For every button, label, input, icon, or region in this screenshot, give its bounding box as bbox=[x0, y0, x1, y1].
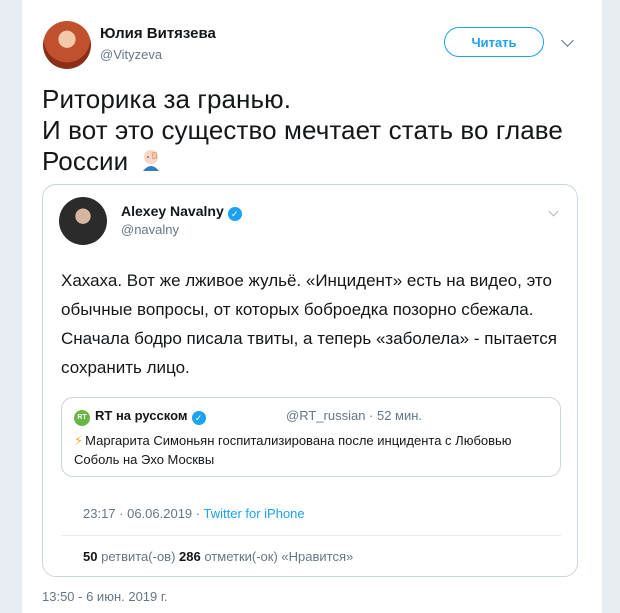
engagement-stats: 50 ретвита(-ов) 286 отметки(-ок) «Нравит… bbox=[83, 549, 353, 564]
quoted-author-avatar[interactable] bbox=[59, 197, 107, 245]
tweet-text-line-last: России bbox=[42, 146, 582, 177]
retweets-count[interactable]: 50 bbox=[83, 549, 97, 564]
tweet-text-line: России bbox=[42, 146, 129, 176]
divider bbox=[61, 535, 561, 536]
quoted-author-handle[interactable]: @navalny bbox=[121, 222, 179, 237]
facepalm-emoji-icon bbox=[142, 150, 159, 171]
lightning-bolt-icon: ⚡ bbox=[74, 433, 84, 448]
inner-author-name-row[interactable]: RT на русском ✓ bbox=[95, 408, 206, 425]
tweet-card: Юлия Витязева @Vityzeva Читать Риторика … bbox=[22, 0, 602, 613]
inner-tweet-text-body: Маргарита Симоньян госпитализирована пос… bbox=[74, 433, 512, 467]
author-name[interactable]: Юлия Витязева bbox=[100, 25, 216, 42]
inner-quoted-tweet[interactable]: RT RT на русском ✓ @RT_russian · 52 мин. … bbox=[61, 397, 561, 477]
tweet-text: Риторика за гранью. И вот это существо м… bbox=[42, 84, 582, 177]
inner-author-name[interactable]: RT на русском bbox=[95, 408, 188, 423]
author-handle[interactable]: @Vityzeva bbox=[100, 47, 162, 62]
rt-logo-icon: RT bbox=[74, 410, 90, 426]
client-link[interactable]: Twitter for iPhone bbox=[203, 506, 304, 521]
inner-author-meta: @RT_russian · 52 мин. bbox=[286, 408, 423, 423]
tweet-text-line: Риторика за гранью. bbox=[42, 84, 292, 114]
quoted-timestamp[interactable]: 23:17 · 06.06.2019 · bbox=[83, 506, 200, 521]
verified-badge-icon: ✓ bbox=[191, 411, 206, 425]
quoted-tweet-text: Хахаха. Вот же лживое жульё. «Инцидент» … bbox=[61, 271, 557, 377]
tweet-date[interactable]: 13:50 - 6 июн. 2019 г. bbox=[42, 589, 168, 604]
likes-label[interactable]: отметки(-ок) «Нравится» bbox=[204, 549, 353, 564]
quoted-tweet[interactable]: Alexey Navalny ✓ @navalny Хахаха. Вот же … bbox=[42, 184, 578, 577]
retweets-label[interactable]: ретвита(-ов) bbox=[101, 549, 175, 564]
chevron-down-icon[interactable] bbox=[548, 206, 559, 217]
inner-tweet-text: ⚡ Маргарита Симоньян госпитализирована по… bbox=[74, 431, 544, 469]
author-avatar[interactable] bbox=[43, 21, 91, 69]
tweet-text-line: И вот это существо мечтает стать во глав… bbox=[42, 115, 563, 145]
quoted-author-name[interactable]: Alexey Navalny bbox=[121, 203, 224, 219]
verified-badge-icon: ✓ bbox=[227, 207, 242, 221]
quoted-timestamp-row: 23:17 · 06.06.2019 · Twitter for iPhone bbox=[83, 506, 305, 521]
quoted-author-name-row[interactable]: Alexey Navalny ✓ bbox=[121, 203, 242, 221]
follow-button[interactable]: Читать bbox=[444, 27, 544, 57]
chevron-down-icon[interactable] bbox=[561, 34, 574, 47]
likes-count[interactable]: 286 bbox=[179, 549, 201, 564]
